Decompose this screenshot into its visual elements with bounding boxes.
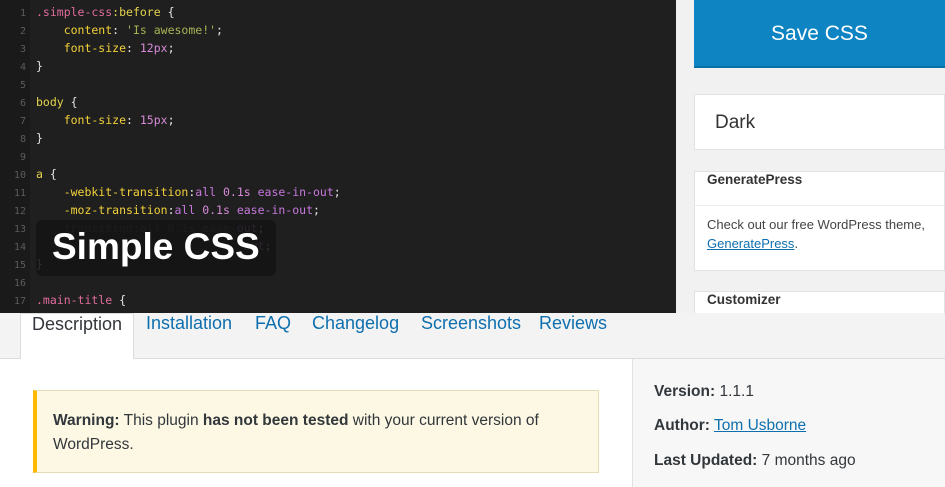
code-line: content: 'Is awesome!';	[36, 23, 223, 37]
warning-text: This plugin	[119, 412, 203, 429]
line-number: 4	[19, 62, 26, 73]
theme-select[interactable]: Dark	[694, 94, 945, 150]
code-line: }	[36, 131, 43, 145]
code-line: -moz-transition:all 0.1s ease-in-out;	[36, 203, 320, 217]
line-number: 8	[19, 134, 26, 145]
line-number: 5	[19, 80, 26, 91]
panel-text-end: .	[794, 236, 799, 251]
tab-reviews[interactable]: Reviews	[539, 313, 607, 359]
plugin-tabs: Description Installation FAQ Changelog S…	[0, 313, 945, 360]
updated-value: 7 months ago	[761, 452, 856, 469]
updated-label: Last Updated:	[654, 452, 758, 469]
author-link[interactable]: Tom Usborne	[714, 417, 806, 434]
save-css-button[interactable]: Save CSS	[694, 0, 945, 68]
line-number: 9	[19, 152, 26, 163]
compatibility-warning: Warning: This plugin has not been tested…	[33, 390, 599, 473]
warning-emphasis: has not been tested	[202, 412, 349, 429]
generatepress-panel: GeneratePress Check out our free WordPre…	[694, 171, 945, 271]
tab-description[interactable]: Description	[20, 313, 134, 360]
warning-label: Warning:	[53, 412, 120, 429]
tab-faq[interactable]: FAQ	[255, 313, 291, 359]
meta-version: Version: 1.1.1	[654, 383, 754, 401]
code-line: .simple-css:before {	[36, 5, 175, 19]
meta-author: Author: Tom Usborne	[654, 417, 806, 435]
code-line: font-size: 12px;	[36, 41, 175, 55]
line-number: 13	[13, 224, 26, 235]
panel-heading: Customizer	[695, 292, 944, 313]
code-line: }	[36, 59, 43, 73]
code-line: a {	[36, 167, 57, 181]
tab-changelog[interactable]: Changelog	[312, 313, 399, 359]
line-number: 11	[13, 188, 26, 199]
line-number: 2	[19, 26, 26, 37]
editor-sidebar: Save CSS Dark GeneratePress Check out ou…	[676, 0, 945, 313]
customizer-panel: Customizer	[694, 291, 945, 313]
tab-screenshots[interactable]: Screenshots	[421, 313, 521, 359]
line-number: 3	[19, 44, 26, 55]
line-number: 7	[19, 116, 26, 127]
code-editor-preview: 123456789101112131415161718 .simple-css:…	[0, 0, 676, 313]
code-line: -webkit-transition:all 0.1s ease-in-out;	[36, 185, 341, 199]
description-content: Warning: This plugin has not been tested…	[0, 359, 632, 487]
panel-heading: GeneratePress	[695, 172, 944, 206]
version-value: 1.1.1	[719, 383, 754, 400]
line-number: 10	[13, 170, 26, 181]
plugin-banner: 123456789101112131415161718 .simple-css:…	[0, 0, 945, 313]
plugin-title: Simple CSS	[36, 220, 276, 276]
line-number-gutter: 123456789101112131415161718	[0, 0, 30, 313]
line-number: 17	[13, 296, 26, 307]
generatepress-link[interactable]: GeneratePress	[707, 236, 794, 251]
plugin-meta-sidebar: Version: 1.1.1 Author: Tom Usborne Last …	[632, 359, 945, 487]
line-number: 16	[13, 278, 26, 289]
panel-body: Check out our free WordPress theme, Gene…	[695, 206, 944, 253]
line-number: 12	[13, 206, 26, 217]
line-number: 15	[13, 260, 26, 271]
line-number: 14	[13, 242, 26, 253]
code-line: .main-title {	[36, 293, 127, 307]
author-label: Author:	[654, 417, 710, 434]
panel-text: Check out our free WordPress theme,	[707, 217, 925, 232]
line-number: 1	[19, 8, 26, 19]
meta-last-updated: Last Updated: 7 months ago	[654, 452, 856, 470]
code-line: body {	[36, 95, 78, 109]
line-number: 6	[19, 98, 26, 109]
code-line: font-size: 15px;	[36, 113, 175, 127]
tab-installation[interactable]: Installation	[146, 313, 232, 359]
version-label: Version:	[654, 383, 716, 400]
